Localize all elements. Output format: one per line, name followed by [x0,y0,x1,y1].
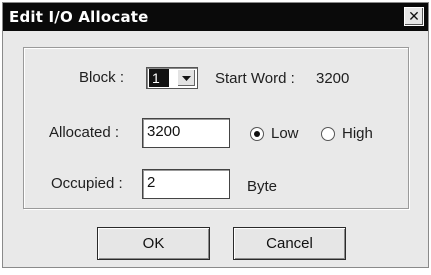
edit-io-allocate-dialog: Edit I/O Allocate ✕ Block : 1 Start Word… [2,2,429,268]
close-icon: ✕ [408,8,420,25]
ok-button-label: OK [142,235,165,252]
occupied-unit: Byte [247,178,278,195]
block-select-value: 1 [149,69,169,87]
dialog-title: Edit I/O Allocate [9,8,149,26]
close-button[interactable]: ✕ [404,7,424,26]
start-word-label: Start Word : [215,70,295,87]
low-radio[interactable] [250,127,264,141]
high-radio[interactable] [321,127,335,141]
block-select[interactable]: 1 [146,67,198,89]
title-bar[interactable]: Edit I/O Allocate ✕ [3,3,428,31]
cancel-button-label: Cancel [266,235,313,252]
occupied-label: Occupied : [51,175,123,192]
occupied-input[interactable]: 2 [142,169,230,199]
chevron-down-icon[interactable] [177,69,196,87]
start-word-value: 3200 [316,70,350,87]
high-radio-label[interactable]: High [342,125,373,142]
allocated-label: Allocated : [49,124,120,141]
allocated-input[interactable]: 3200 [142,118,230,148]
block-label: Block : [79,69,125,86]
low-radio-label[interactable]: Low [271,125,299,142]
ok-button[interactable]: OK [97,227,210,260]
cancel-button[interactable]: Cancel [233,227,346,260]
